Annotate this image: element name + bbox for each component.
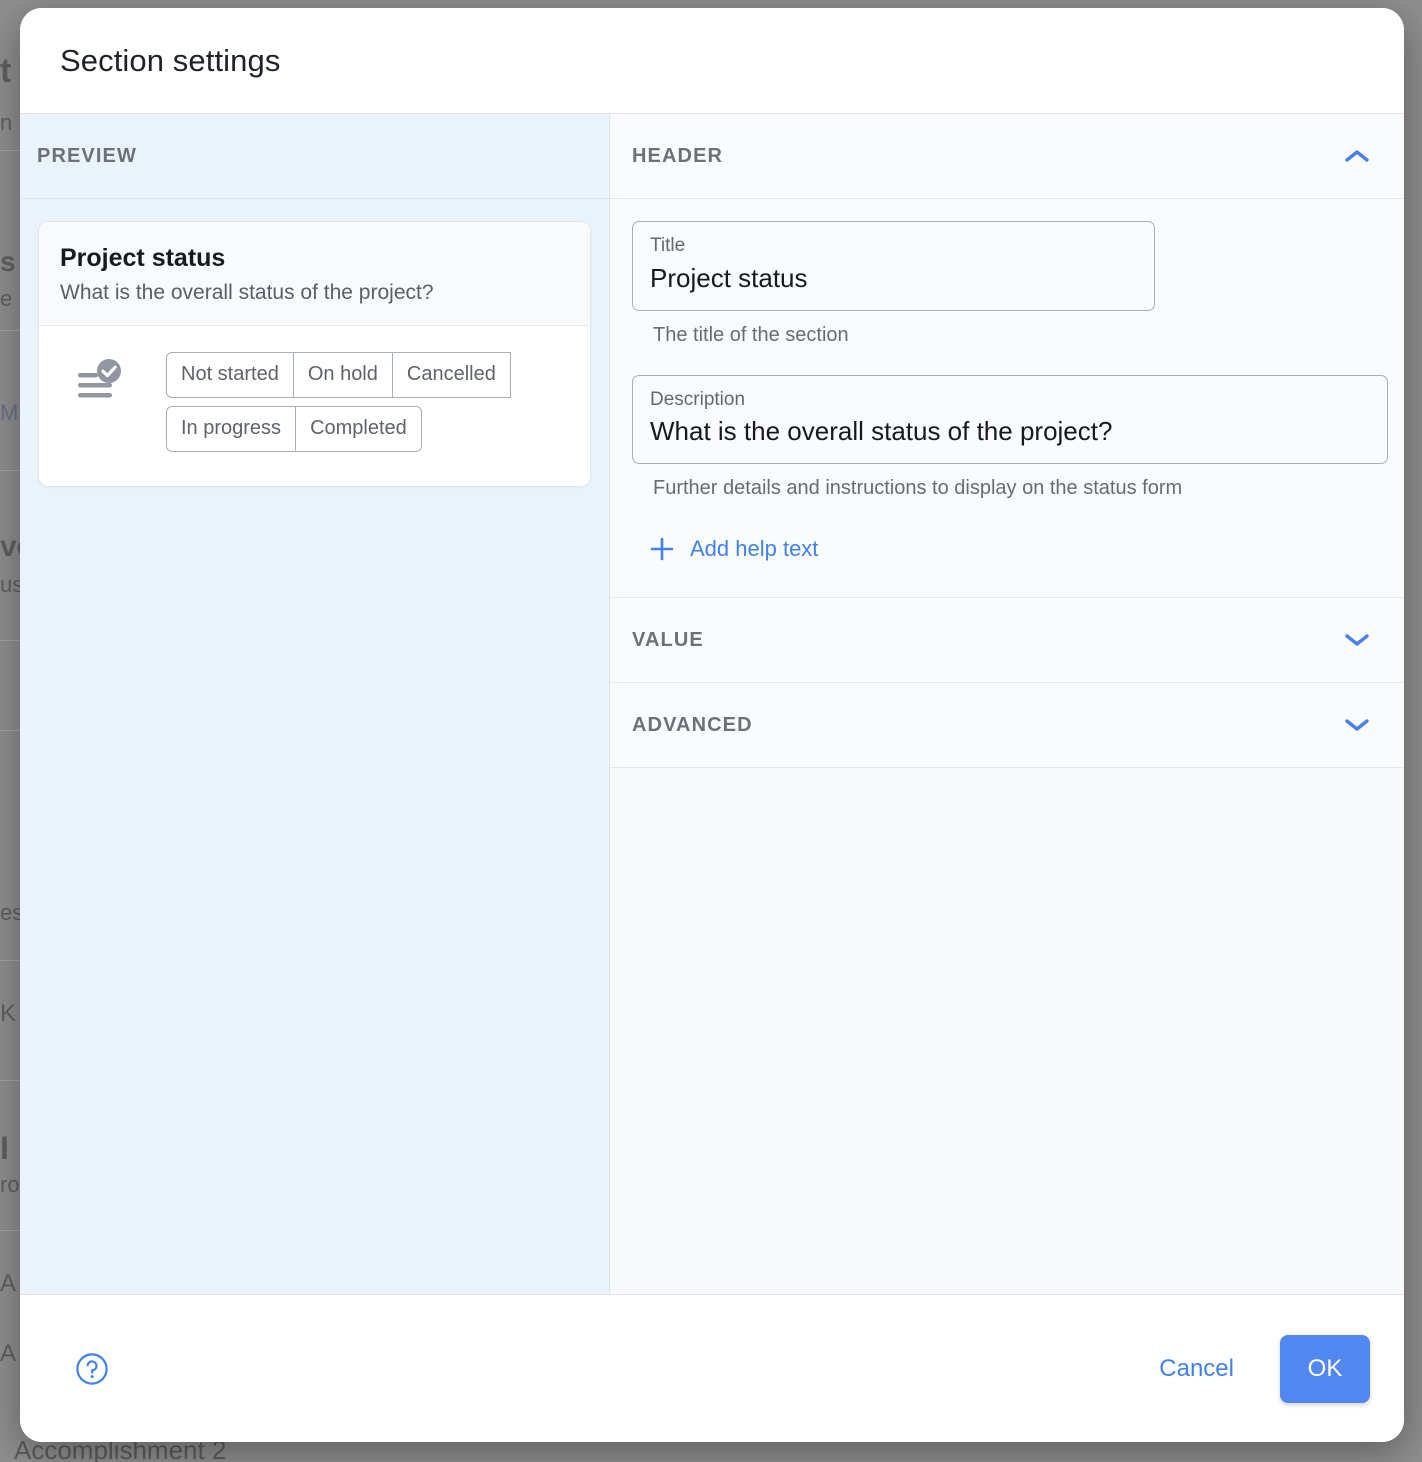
description-field-value[interactable]: What is the overall status of the projec… — [650, 414, 1370, 449]
help-circle-icon[interactable] — [75, 1352, 109, 1386]
accordion-header-label: HEADER — [632, 144, 724, 167]
preview-card-header: Project status What is the overall statu… — [39, 222, 590, 326]
section-settings-dialog: Section settings PREVIEW Project status … — [20, 8, 1404, 1442]
preview-card-body: Not started On hold Cancelled In progres… — [39, 326, 590, 486]
plus-icon — [649, 536, 675, 562]
dialog-footer: Cancel OK — [20, 1294, 1404, 1442]
add-help-text-label: Add help text — [690, 536, 819, 562]
description-field[interactable]: Description What is the overall status o… — [632, 374, 1388, 465]
preview-pane-label: PREVIEW — [37, 144, 137, 167]
cancel-button[interactable]: Cancel — [1143, 1341, 1250, 1397]
title-field-hint: The title of the section — [653, 323, 849, 346]
add-help-text-button[interactable]: Add help text — [649, 536, 818, 562]
title-field-label: Title — [650, 235, 686, 256]
preview-option-row-2: In progress Completed — [166, 406, 422, 452]
title-field-value[interactable]: Project status — [650, 261, 1137, 296]
preview-card: Project status What is the overall statu… — [38, 221, 591, 487]
chevron-down-icon[interactable] — [1342, 716, 1372, 734]
chevron-up-icon[interactable] — [1342, 147, 1372, 165]
description-field-label: Description — [650, 388, 746, 410]
preview-option-in-progress[interactable]: In progress — [166, 406, 296, 452]
settings-pane: HEADER Title Project status The title of… — [610, 114, 1404, 1294]
preview-option-group: Not started On hold Cancelled In progres… — [166, 352, 558, 452]
preview-option-on-hold[interactable]: On hold — [292, 352, 392, 398]
preview-option-cancelled[interactable]: Cancelled — [391, 352, 511, 398]
preview-card-title: Project status — [60, 244, 226, 272]
list-check-icon — [76, 358, 124, 411]
chevron-down-icon[interactable] — [1342, 631, 1372, 649]
preview-option-not-started[interactable]: Not started — [166, 352, 293, 398]
preview-pane: PREVIEW Project status What is the overa… — [20, 114, 610, 1294]
dialog-body: PREVIEW Project status What is the overa… — [20, 114, 1404, 1294]
dialog-title-bar: Section settings — [20, 8, 1404, 114]
accordion-header-header[interactable]: HEADER — [610, 114, 1404, 199]
preview-card-description: What is the overall status of the projec… — [60, 281, 434, 304]
dialog-title: Section settings — [60, 42, 281, 78]
accordion-advanced-label: ADVANCED — [632, 713, 753, 736]
accordion-value-label: VALUE — [632, 628, 704, 651]
settings-pane-filler — [610, 768, 1404, 1294]
preview-pane-body: Project status What is the overall statu… — [20, 199, 609, 1294]
title-field[interactable]: Title Project status — [632, 221, 1155, 311]
preview-option-completed[interactable]: Completed — [295, 406, 422, 452]
preview-pane-header: PREVIEW — [20, 114, 609, 199]
header-section-content: Title Project status The title of the se… — [610, 199, 1404, 599]
description-field-hint: Further details and instructions to disp… — [653, 477, 1183, 500]
accordion-header-value[interactable]: VALUE — [610, 598, 1404, 684]
ok-button[interactable]: OK — [1280, 1334, 1370, 1403]
accordion-header-advanced[interactable]: ADVANCED — [610, 683, 1404, 769]
